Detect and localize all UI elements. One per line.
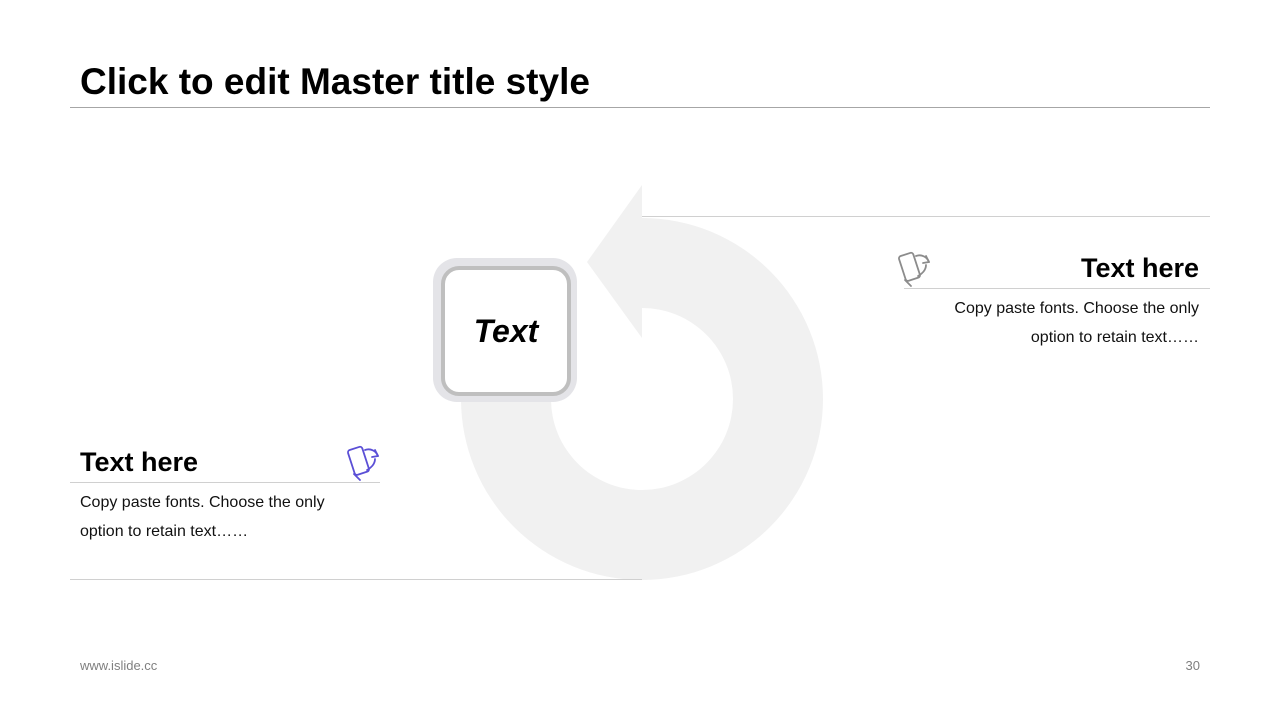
right-heading: Text here — [1080, 253, 1199, 283]
right-body-text: Copy paste fonts. Choose the only option… — [954, 300, 1199, 346]
page-number: 30 — [1185, 658, 1200, 673]
footer-website: www.islide.cc — [80, 658, 158, 673]
phone-rotate-icon — [898, 251, 930, 287]
left-body-text: Copy paste fonts. Choose the only option… — [80, 494, 325, 540]
left-heading-rule — [70, 482, 380, 483]
top-right-rule — [642, 216, 1210, 217]
bottom-left-rule — [70, 579, 642, 580]
circular-arrow-graphic — [461, 185, 823, 580]
left-heading: Text here — [80, 447, 199, 477]
phone-rotate-icon — [347, 445, 379, 481]
center-label: Text — [473, 312, 539, 349]
right-heading-rule — [904, 288, 1210, 289]
circular-arrow-head — [587, 185, 642, 338]
